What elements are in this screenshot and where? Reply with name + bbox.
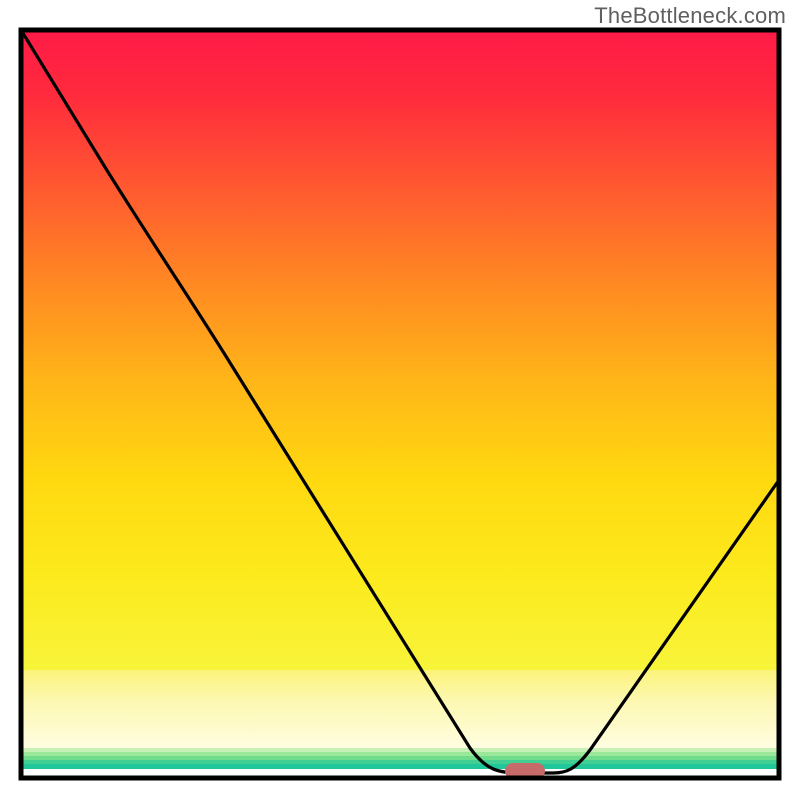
pale-band [21, 670, 779, 748]
chart-container: TheBottleneck.com [0, 0, 800, 800]
green-band [21, 748, 779, 769]
plot-area [21, 30, 779, 779]
bottleneck-curve-chart [0, 0, 800, 800]
heat-gradient-background [21, 30, 779, 670]
